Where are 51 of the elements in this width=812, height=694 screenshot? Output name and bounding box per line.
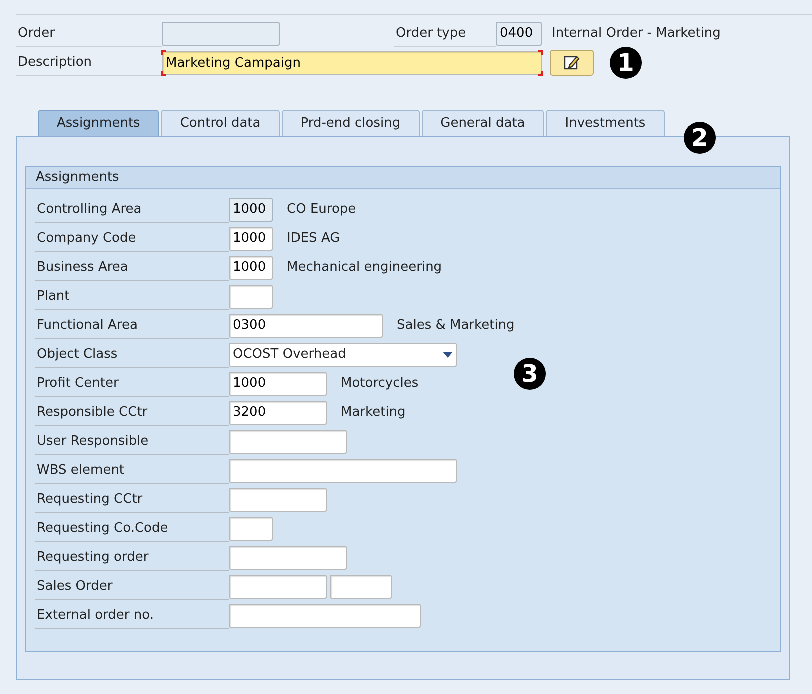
field-label: Controlling Area <box>35 196 229 223</box>
field-label: Requesting Co.Code <box>35 515 229 542</box>
input-field[interactable] <box>229 604 421 628</box>
input-field[interactable]: 1000 <box>229 226 273 250</box>
field-label: WBS element <box>35 457 229 484</box>
field-label: Responsible CCtr <box>35 399 229 426</box>
tab[interactable]: Control data <box>161 110 280 136</box>
caret-icon <box>443 352 453 358</box>
input-field[interactable]: 0300 <box>229 314 383 338</box>
field-description: Marketing <box>341 404 406 422</box>
field-label: Requesting order <box>35 544 229 571</box>
pencil-icon <box>563 54 581 72</box>
callout-badge: 3 <box>514 358 546 390</box>
field-label: Plant <box>35 283 229 310</box>
field-label: Profit Center <box>35 370 229 397</box>
field-label: Business Area <box>35 254 229 281</box>
input-field[interactable] <box>229 516 273 540</box>
input-field[interactable] <box>330 574 392 598</box>
field-description: Mechanical engineering <box>287 258 442 277</box>
field-label: Description <box>16 50 162 76</box>
field-label: Requesting CCtr <box>35 486 229 513</box>
input-field[interactable] <box>229 546 347 570</box>
field-label: User Responsible <box>35 428 229 455</box>
field-label: Object Class <box>35 341 229 368</box>
field-label: External order no. <box>35 602 229 629</box>
input-field[interactable] <box>229 430 347 454</box>
dropdown-field[interactable]: OCOST Overhead <box>229 342 457 366</box>
tab[interactable]: Investments <box>546 110 665 136</box>
field-label: Company Code <box>35 225 229 252</box>
input-field[interactable]: 1000 <box>229 256 273 280</box>
order-type-description: Internal Order - Marketing <box>552 24 721 43</box>
callout-badge: 1 <box>610 47 642 79</box>
field-description: CO Europe <box>287 200 356 219</box>
tab[interactable]: Assignments <box>38 110 160 136</box>
input-field[interactable]: 3200 <box>229 400 327 424</box>
input-field[interactable] <box>229 284 273 308</box>
group-title: Assignments <box>26 167 780 189</box>
field-description: IDES AG <box>287 230 340 248</box>
input-field[interactable] <box>229 458 457 482</box>
tab[interactable]: Prd-end closing <box>282 110 420 136</box>
input-field[interactable] <box>229 574 327 598</box>
field-label: Functional Area <box>35 312 229 339</box>
edit-button[interactable] <box>550 50 594 76</box>
field-description: Sales & Marketing <box>397 316 515 335</box>
field-description: Motorcycles <box>341 374 419 393</box>
input-field[interactable]: 1000 <box>229 372 327 396</box>
field-label: Sales Order <box>35 573 229 600</box>
input-field[interactable]: Marketing Campaign <box>162 51 542 75</box>
callout-badge: 2 <box>684 122 716 154</box>
tab[interactable]: General data <box>422 110 544 136</box>
input-field[interactable] <box>229 488 327 512</box>
